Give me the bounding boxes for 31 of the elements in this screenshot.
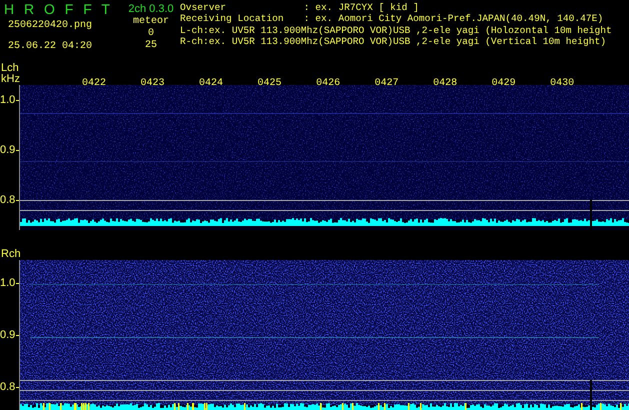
time-label: 0429	[492, 78, 516, 89]
info-value: : ex. JR7CYX [ kid ]	[304, 2, 420, 14]
axis-label: 1.0	[0, 94, 19, 106]
time-label: 0425	[258, 78, 282, 89]
axis-label: 0.9	[0, 144, 19, 156]
app-title: H R O F F T	[4, 2, 111, 17]
time-label: 0424	[199, 78, 224, 89]
info-label: Ovserver	[180, 2, 228, 14]
info-value: : ex. Aomori City Aomori-Pref.JAPAN(40.49N, 140.47E)	[304, 13, 604, 25]
channel-label: Rch	[1, 249, 21, 260]
info-line: L-ch:ex. UV5R 113.900Mhz(SAPPORO VOR)USB ,2-ele yagi (Holozontal 10m height	[180, 24, 612, 36]
info-label: Receiving Location	[180, 13, 285, 25]
channel-label: Lch	[1, 63, 19, 74]
file-name: 2506220420.png	[8, 20, 94, 32]
time-label: 0426	[316, 78, 340, 89]
meteor-count: 25	[144, 40, 157, 52]
axis-label: 0.8	[0, 194, 19, 206]
time-label: 0428	[433, 78, 458, 89]
meteor-count: 0	[148, 28, 154, 40]
time-label: 0427	[374, 78, 399, 89]
unit-label: kHz	[1, 74, 20, 85]
version-label: 2ch 0.3.0	[128, 2, 174, 16]
time-label: 0430	[550, 78, 574, 89]
date-time: 25.06.22 04:20	[8, 41, 94, 53]
axis-label: 0.9	[0, 329, 19, 341]
info-line: R-ch:ex. UV5R 113.900Mhz(SAPPORO VOR)USB ,2-ele yagi (Vertical 10m height)	[180, 36, 608, 48]
time-label: 0422	[82, 78, 106, 89]
meteor-label: meteor	[132, 16, 169, 28]
time-label: 0423	[140, 78, 165, 89]
axis-label: 0.8	[0, 381, 19, 393]
axis-label: 1.0	[0, 277, 19, 289]
